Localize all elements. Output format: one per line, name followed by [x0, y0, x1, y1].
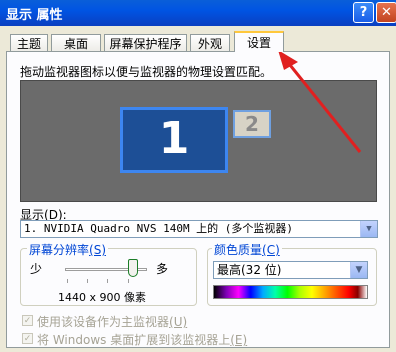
arrow-head [278, 50, 298, 70]
annotation-arrow [278, 50, 362, 153]
tab-settings[interactable]: 设置 [234, 31, 284, 52]
arrow-shaft [284, 59, 362, 153]
